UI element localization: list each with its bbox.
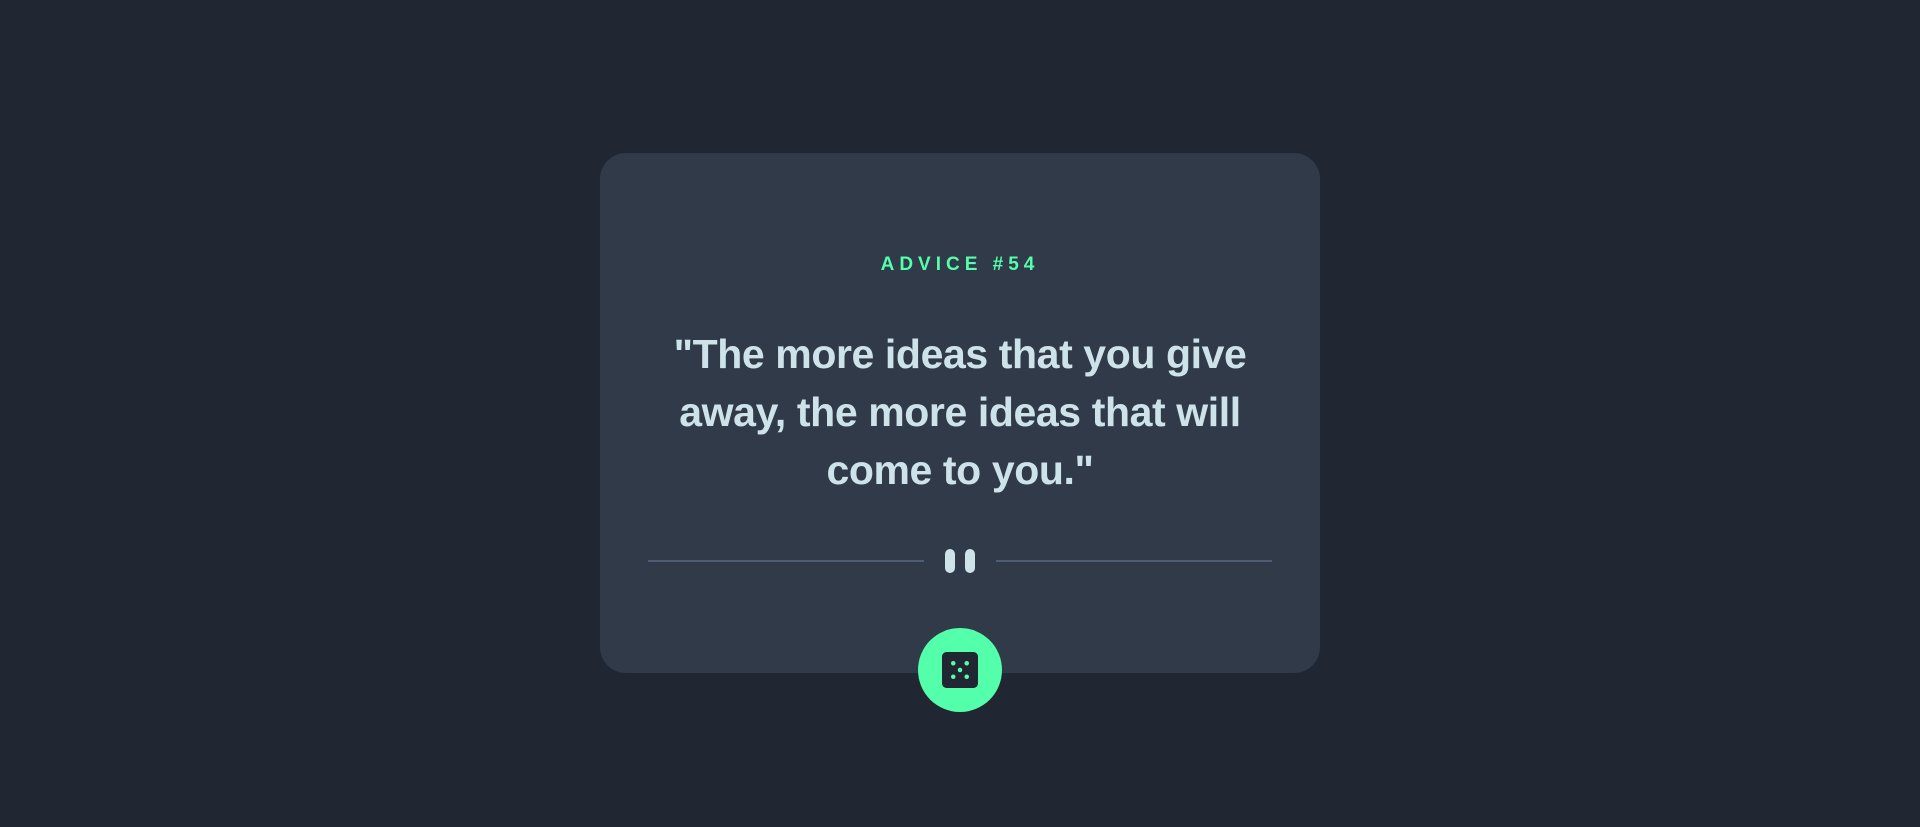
advice-card: ADVICE #54 "The more ideas that you give…	[600, 153, 1320, 673]
dice-icon	[942, 652, 978, 688]
divider-line-right	[996, 560, 1272, 562]
new-advice-button[interactable]	[918, 628, 1002, 712]
advice-id-label: ADVICE #54	[880, 254, 1040, 275]
pause-icon	[945, 549, 975, 573]
pattern-divider	[648, 549, 1272, 573]
divider-line-left	[648, 560, 924, 562]
page: ADVICE #54 "The more ideas that you give…	[0, 0, 1920, 827]
pause-bar-right	[965, 549, 975, 573]
advice-quote: "The more ideas that you give away, the …	[673, 331, 1247, 493]
pause-bar-left	[945, 549, 955, 573]
